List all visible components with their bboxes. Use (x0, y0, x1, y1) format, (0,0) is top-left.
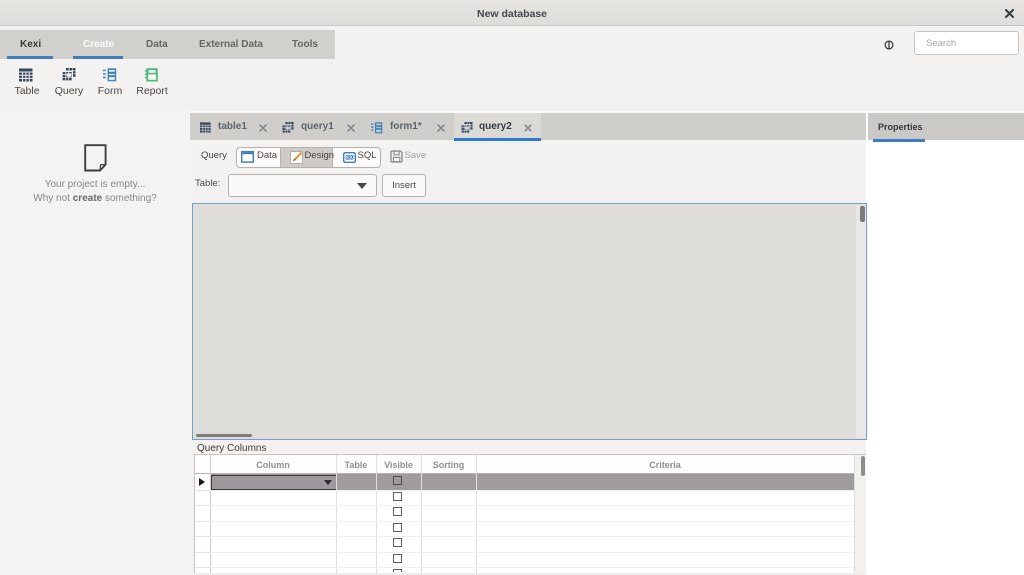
svg-text:SQL: SQL (346, 156, 354, 160)
